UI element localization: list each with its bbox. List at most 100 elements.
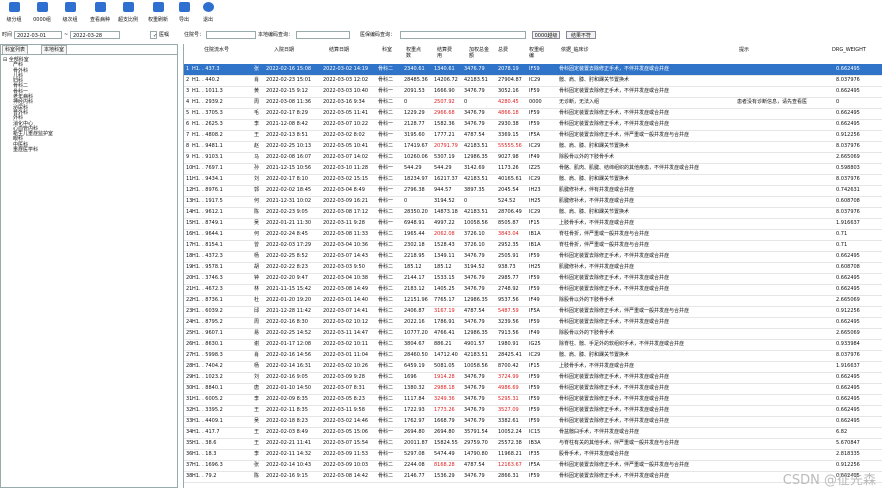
- cell-settle-date: 2022-03-02 10:12: [323, 319, 369, 325]
- cell-total-fee: 3724.99: [498, 374, 519, 380]
- cell-weighted-total: 3897.35: [464, 187, 485, 193]
- col-dept[interactable]: 科室: [382, 47, 392, 53]
- cell-group-code: IF59: [529, 88, 540, 94]
- cell-settle-fee: 944.57: [434, 187, 452, 193]
- cell-diagnosis: 肌腱修补术，不伴并发症或合并症: [559, 198, 635, 204]
- cell-dept: 骨科一: [378, 187, 394, 193]
- cell-drg-weight: 0.662495: [836, 418, 860, 424]
- cell-group-code: IF59: [529, 407, 540, 413]
- col-admit[interactable]: 入院日期: [274, 47, 294, 53]
- cell-settle-fee: 1349.11: [434, 253, 455, 259]
- cell-patient-name: 谢: [254, 341, 260, 347]
- cell-hosp-id: H1. . 8154.1: [192, 242, 223, 248]
- cell-hosp-id: H1. . 3395.2: [192, 407, 223, 413]
- cell-total-fee: 2985.77: [498, 275, 519, 281]
- cell-drg-weight: 2.818335: [836, 451, 860, 457]
- cell-admit-date: 2022-02-16 14:56: [266, 352, 312, 358]
- cell-diagnosis: 脊柱骨折，伴严重或一般并发症与合并症: [559, 242, 650, 248]
- cell-hosp-id: H1. . 9607.1: [192, 330, 223, 336]
- cell-patient-name: 孙: [254, 165, 260, 171]
- cell-diagnosis: 除股骨以外的下肢骨手术: [559, 330, 615, 336]
- cell-settle-date: 2022-03-09 16:21: [323, 198, 369, 204]
- cell-diagnosis: 骨科固定装置去除修正手术，不伴并发症或合并症: [559, 275, 670, 281]
- skip-level-button[interactable]: 0000越级: [532, 31, 560, 39]
- cell-weight-points: 1762.97: [404, 418, 425, 424]
- cell-hosp-id: H1. . 38.6: [192, 440, 217, 446]
- mismatch-button[interactable]: 结果不符: [566, 31, 596, 39]
- cell-total-fee: 28706.49: [498, 209, 522, 215]
- cell-weighted-total: 4787.54: [464, 132, 485, 138]
- col-group-code[interactable]: 权重组编: [529, 47, 547, 59]
- cell-drg-weight: 0.71: [836, 231, 848, 237]
- cell-diagnosis: 骨科固定装置去除修正手术，不伴并发症或合并症: [559, 286, 670, 292]
- tab-local-dept[interactable]: 本地科室: [41, 45, 68, 54]
- cell-diagnosis: 骨科固定装置去除修正手术，伴严重或一般并发症与合并症: [559, 308, 690, 314]
- cell-hosp-id: H1. . 1917.5: [192, 198, 223, 204]
- cell-weighted-total: 35791.54: [464, 429, 488, 435]
- col-id[interactable]: 住院流水号: [204, 47, 229, 53]
- export-button[interactable]: 导出: [172, 2, 196, 28]
- cell-group-code: IH23: [529, 187, 541, 193]
- cell-weight-points: 2796.38: [404, 187, 425, 193]
- cell-admit-date: 2022-02-11 8:35: [266, 407, 308, 413]
- cell-hosp-id: H1. . 3705.3: [192, 110, 223, 116]
- cell-hosp-id: H1. . 9103.1: [192, 154, 223, 160]
- cell-drg-weight: 0.662495: [836, 110, 860, 116]
- tree-item[interactable]: 重症医学科: [13, 147, 53, 153]
- checkbox-label: 医嘱: [159, 32, 170, 38]
- col-weighted-total[interactable]: 加权总金额: [469, 47, 491, 59]
- layers-button[interactable]: 级次组: [58, 2, 82, 28]
- cell-drg-weight: 0.662495: [836, 88, 860, 94]
- cell-weight-points: 3804.67: [404, 341, 425, 347]
- cell-diagnosis: 肌腱修补术，不伴并发症或合并症: [559, 264, 635, 270]
- overspend-ratio-button[interactable]: 超支比例: [116, 2, 140, 28]
- cell-hosp-id: H1. . 8976.1: [192, 187, 223, 193]
- hosp-number-input[interactable]: [206, 31, 256, 39]
- cell-drg-weight: 0.912256: [836, 308, 860, 314]
- cell-weighted-total: 3476.79: [464, 88, 485, 94]
- col-clinical[interactable]: 依据_临床诊: [561, 47, 589, 53]
- col-tip[interactable]: 提示: [739, 47, 749, 53]
- insure-code-input[interactable]: [400, 31, 526, 39]
- cell-drg-weight: 0.662495: [836, 374, 860, 380]
- view-disease-button[interactable]: 查看病种: [88, 2, 112, 28]
- list-button[interactable]: 0000组: [30, 2, 54, 28]
- local-code-input[interactable]: [296, 31, 350, 39]
- chart-icon: [122, 2, 134, 12]
- cell-hosp-id: H1. . 440.2: [192, 77, 220, 83]
- cell-total-fee: 2952.35: [498, 242, 519, 248]
- cell-weight-points: 1696: [404, 374, 417, 380]
- cell-group-code: IC29: [529, 176, 541, 182]
- table-row[interactable]: 38 H1. . 79.2 陈 2022-02-16 9:15 2022-03-08 1…: [184, 471, 882, 483]
- cell-admit-date: 2022-02-16 9:15: [266, 473, 308, 479]
- col-settle[interactable]: 结算日期: [329, 47, 349, 53]
- cell-drg-weight: 5.670847: [836, 440, 860, 446]
- cell-patient-name: 杜: [254, 297, 260, 303]
- cell-settle-fee: 14206.72: [434, 77, 458, 83]
- date-to-input[interactable]: 2022-03-28: [70, 31, 120, 39]
- cell-hosp-id: H1. . 1011.3: [192, 88, 223, 94]
- cell-settle-fee: 2988.18: [434, 385, 455, 391]
- cell-diagnosis: 髋、肩、膝、肘和踝关节置换术: [559, 143, 630, 149]
- cell-group-code: IF5A: [529, 132, 540, 138]
- checkbox[interactable]: ✓: [150, 31, 157, 39]
- group-button[interactable]: 级分组: [2, 2, 26, 28]
- col-weight-points[interactable]: 权重点数: [406, 47, 424, 59]
- cell-diagnosis: 骨科固定装置去除修正手术，不伴并发症或合并症: [559, 66, 670, 72]
- cell-hosp-id: H1. . 7404.2: [192, 363, 223, 369]
- cell-patient-name: 刘: [254, 176, 260, 182]
- cell-admit-date: 2022-02-14 10:43: [266, 462, 312, 468]
- cell-weighted-total: 3142.69: [464, 165, 485, 171]
- cell-total-fee: 5487.59: [498, 308, 519, 314]
- exit-button[interactable]: 退出: [196, 2, 220, 28]
- col-settle-fee[interactable]: 结算费用: [437, 47, 455, 59]
- cell-hosp-id: H1. . 7697.1: [192, 165, 223, 171]
- col-total-fee[interactable]: 总费: [498, 47, 514, 53]
- col-drg-weight[interactable]: DRG_WEIGHT: [832, 47, 866, 53]
- cell-settle-date: 2022-03-02 8:02: [323, 132, 365, 138]
- refresh-weight-button[interactable]: 权重刷新: [146, 2, 170, 28]
- cell-weighted-total: 0: [464, 99, 468, 105]
- tab-dept-list[interactable]: 科室列表: [2, 45, 29, 54]
- cell-hosp-id: H1. . 9481.1: [192, 143, 223, 149]
- date-from-input[interactable]: 2022-03-01: [14, 31, 62, 39]
